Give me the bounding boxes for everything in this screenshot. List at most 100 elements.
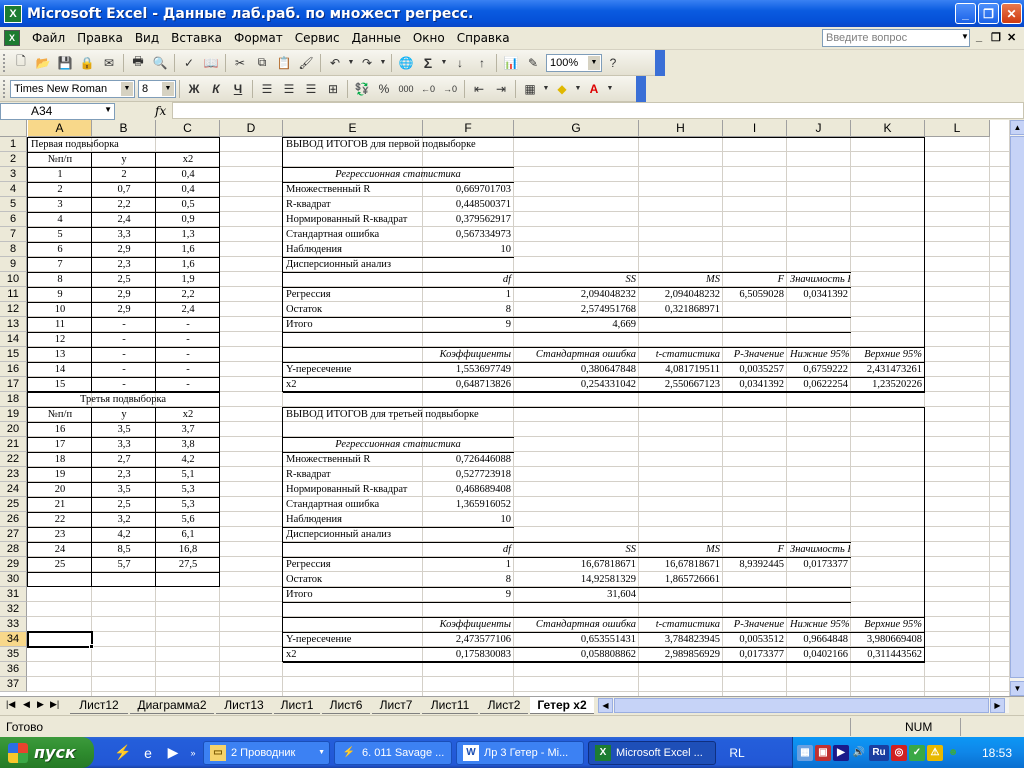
cell-e30[interactable]: Остаток: [284, 572, 422, 587]
print-icon[interactable]: 🖶: [127, 52, 149, 74]
align-left-icon[interactable]: ☰: [256, 78, 278, 100]
cell-b14[interactable]: -: [93, 332, 155, 347]
cell-i35[interactable]: 0,0173377: [724, 647, 786, 662]
toolbar-options-icon[interactable]: [655, 49, 665, 76]
cell-h16[interactable]: 4,081719511: [640, 362, 722, 377]
sheet-tab-list13[interactable]: Лист13: [216, 697, 272, 714]
merge-center-icon[interactable]: ⊞: [322, 78, 344, 100]
cell-j28[interactable]: Значимость F: [788, 542, 850, 557]
row-header-6[interactable]: 6: [0, 212, 27, 227]
cell-c7[interactable]: 1,3: [157, 227, 219, 242]
cell-b6[interactable]: 2,4: [93, 212, 155, 227]
cell-a21[interactable]: 17: [29, 437, 91, 452]
cell-f28[interactable]: df: [424, 542, 513, 557]
drawing-icon[interactable]: ✎: [522, 52, 544, 74]
cell-e5[interactable]: R-квадрат: [284, 197, 422, 212]
cell-a24[interactable]: 20: [29, 482, 91, 497]
cell-f29[interactable]: 1: [424, 557, 513, 572]
bold-button[interactable]: Ж: [183, 78, 205, 100]
cell-k15[interactable]: Верхние 95%: [852, 347, 924, 362]
cell-g15[interactable]: Стандартная ошибка: [515, 347, 638, 362]
cell-c6[interactable]: 0,9: [157, 212, 219, 227]
cell-g10[interactable]: SS: [515, 272, 638, 287]
row-header-2[interactable]: 2: [0, 152, 27, 167]
row-header-32[interactable]: 32: [0, 602, 27, 617]
quicklaunch-ie-icon[interactable]: e: [137, 742, 159, 764]
cell-e26[interactable]: Наблюдения: [284, 512, 422, 527]
cell-b4[interactable]: 0,7: [93, 182, 155, 197]
column-header-k[interactable]: K: [851, 120, 925, 137]
cell-c27[interactable]: 6,1: [157, 527, 219, 542]
toolbar-grip[interactable]: [3, 53, 6, 72]
cell-c4[interactable]: 0,4: [157, 182, 219, 197]
row-header-36[interactable]: 36: [0, 662, 27, 677]
menu-window[interactable]: Окно: [407, 31, 451, 45]
spelling-icon[interactable]: ✓: [178, 52, 200, 74]
cell-i34[interactable]: 0,0053512: [724, 632, 786, 647]
column-header-c[interactable]: C: [156, 120, 220, 137]
cell-b2[interactable]: y: [93, 152, 155, 167]
font-color-icon[interactable]: A: [583, 78, 605, 100]
cell-e4[interactable]: Множественный R: [284, 182, 422, 197]
cell-b16[interactable]: -: [93, 362, 155, 377]
menu-view[interactable]: Вид: [129, 31, 165, 45]
cell-g11[interactable]: 2,094048232: [515, 287, 638, 302]
decrease-decimal-icon[interactable]: →0: [439, 78, 461, 100]
task-word[interactable]: W Лр 3 Гетер - Mi...: [456, 740, 584, 765]
align-center-icon[interactable]: ☰: [278, 78, 300, 100]
row-header-22[interactable]: 22: [0, 452, 27, 467]
cell-b13[interactable]: -: [93, 317, 155, 332]
cell-b20[interactable]: 3,5: [93, 422, 155, 437]
row-header-25[interactable]: 25: [0, 497, 27, 512]
fill-color-dropdown-icon[interactable]: ▼: [573, 78, 583, 100]
cell-f4[interactable]: 0,669701703: [424, 182, 513, 197]
italic-button[interactable]: К: [205, 78, 227, 100]
cell-a25[interactable]: 21: [29, 497, 91, 512]
fill-color-icon[interactable]: ◆: [551, 78, 573, 100]
worksheet-grid[interactable]: A B C D E F G H I J K L 1 2 3 4 5 6 7 8 9 10 11 12 13 14 15 16 17 18 1…: [0, 120, 1009, 696]
cell-k33[interactable]: Верхние 95%: [852, 617, 924, 632]
increase-decimal-icon[interactable]: ←0: [417, 78, 439, 100]
cell-e34[interactable]: Y-пересечение: [284, 632, 422, 647]
cell-a14[interactable]: 12: [29, 332, 91, 347]
autosum-dropdown-icon[interactable]: ▼: [439, 52, 449, 74]
cell-h33[interactable]: t-статистика: [640, 617, 722, 632]
cell-f25[interactable]: 1,365916052: [424, 497, 513, 512]
formula-input[interactable]: [172, 102, 1024, 119]
excel-icon[interactable]: X: [4, 4, 22, 23]
cell-e25[interactable]: Стандартная ошибка: [284, 497, 422, 512]
row-header-4[interactable]: 4: [0, 182, 27, 197]
undo-dropdown-icon[interactable]: ▼: [346, 52, 356, 74]
increase-indent-icon[interactable]: ⇥: [490, 78, 512, 100]
cell-b27[interactable]: 4,2: [93, 527, 155, 542]
antivirus-icon[interactable]: ◎: [891, 744, 907, 761]
cell-a28[interactable]: 24: [29, 542, 91, 557]
cell-b11[interactable]: 2,9: [93, 287, 155, 302]
cell-b17[interactable]: -: [93, 377, 155, 392]
column-header-i[interactable]: I: [723, 120, 787, 137]
cell-b7[interactable]: 3,3: [93, 227, 155, 242]
row-header-24[interactable]: 24: [0, 482, 27, 497]
column-header-b[interactable]: B: [92, 120, 156, 137]
cell-c25[interactable]: 5,3: [157, 497, 219, 512]
cell-a6[interactable]: 4: [29, 212, 91, 227]
cell-i15[interactable]: P-Значение: [724, 347, 786, 362]
cell-h30[interactable]: 1,865726661: [640, 572, 722, 587]
cell-f17[interactable]: 0,648713826: [424, 377, 513, 392]
redo-dropdown-icon[interactable]: ▼: [378, 52, 388, 74]
cell-j29[interactable]: 0,0173377: [788, 557, 850, 572]
cell-f30[interactable]: 8: [424, 572, 513, 587]
cell-e11[interactable]: Регрессия: [284, 287, 422, 302]
cell-b19[interactable]: y: [93, 407, 155, 422]
tray-language-icon[interactable]: Ru: [869, 744, 889, 761]
row-header-16[interactable]: 16: [0, 362, 27, 377]
print-preview-icon[interactable]: 🔍: [149, 52, 171, 74]
new-file-icon[interactable]: 🗋: [10, 52, 32, 74]
column-header-h[interactable]: H: [639, 120, 723, 137]
language-indicator[interactable]: RL: [722, 746, 752, 760]
cell-g34[interactable]: 0,653551431: [515, 632, 638, 647]
cell-f16[interactable]: 1,553697749: [424, 362, 513, 377]
cell-b5[interactable]: 2,2: [93, 197, 155, 212]
network-icon[interactable]: ▦: [797, 744, 813, 761]
cell-b28[interactable]: 8,5: [93, 542, 155, 557]
